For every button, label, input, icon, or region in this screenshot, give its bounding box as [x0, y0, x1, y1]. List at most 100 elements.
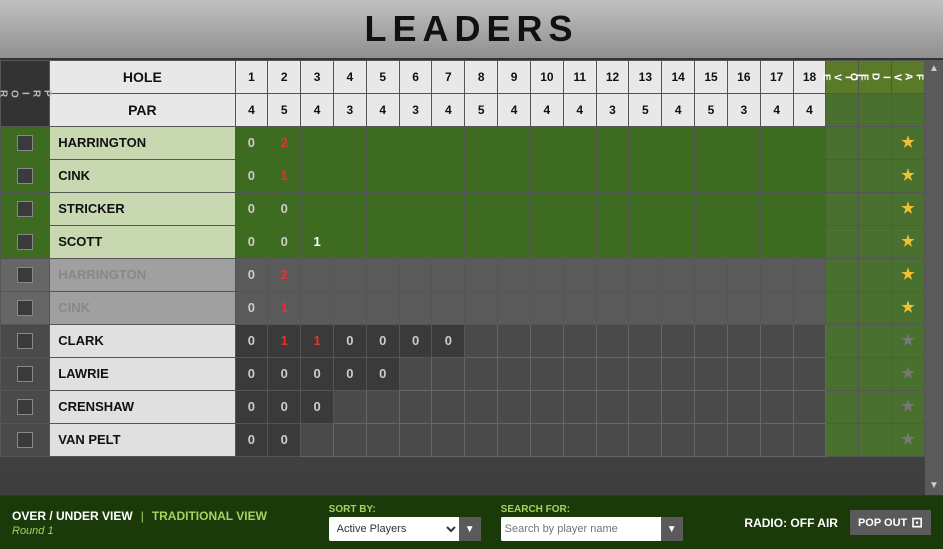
player-name[interactable]: CINK: [50, 160, 235, 193]
score-cell: [399, 226, 432, 259]
search-dropdown-arrow[interactable]: ▼: [661, 517, 683, 541]
player-name[interactable]: LAWRIE: [50, 358, 235, 391]
score-cell: [563, 193, 596, 226]
score-cell: [662, 391, 695, 424]
hole-4: 4: [333, 61, 366, 94]
score-cell: [563, 424, 596, 457]
score-cell: [793, 259, 826, 292]
sort-dropdown-arrow[interactable]: ▼: [459, 517, 481, 541]
video-cell: [859, 325, 892, 358]
score-cell: 1: [268, 292, 301, 325]
fav-cell[interactable]: ★: [892, 424, 925, 457]
fav-header: FAV: [892, 61, 925, 94]
hole-1: 1: [235, 61, 268, 94]
hole-16: 16: [727, 61, 760, 94]
score-cell: [793, 193, 826, 226]
pop-out-button[interactable]: POP OUT ⊡: [850, 510, 931, 535]
over-under-view-link[interactable]: OVER / UNDER VIEW: [12, 509, 133, 523]
fav-cell[interactable]: ★: [892, 259, 925, 292]
player-name[interactable]: CRENSHAW: [50, 391, 235, 424]
score-cell: [366, 127, 399, 160]
live-cell: [826, 358, 859, 391]
score-cell: 1: [301, 325, 334, 358]
live-cell: [826, 160, 859, 193]
score-cell: [563, 160, 596, 193]
score-cell: [366, 259, 399, 292]
score-cell: [760, 358, 793, 391]
player-row: CRENSHAW000★: [1, 391, 925, 424]
score-cell: [366, 193, 399, 226]
score-cell: [793, 127, 826, 160]
score-cell: [301, 160, 334, 193]
header-row: PRIOR HOLE 1 2 3 4 5 6 7 8 9 10: [1, 61, 925, 94]
score-cell: [793, 358, 826, 391]
sort-dropdown[interactable]: Active Players By Score By Name: [329, 517, 459, 541]
fav-cell[interactable]: ★: [892, 193, 925, 226]
score-cell: 0: [235, 259, 268, 292]
fav-cell[interactable]: ★: [892, 160, 925, 193]
score-cell: [530, 226, 563, 259]
score-cell: [760, 259, 793, 292]
bottom-bar: OVER / UNDER VIEW | TRADITIONAL VIEW Rou…: [0, 495, 943, 549]
score-cell: [333, 127, 366, 160]
score-cell: [333, 424, 366, 457]
score-cell: [530, 193, 563, 226]
score-cell: [563, 226, 596, 259]
prior-cell: [1, 391, 50, 424]
score-cell: [629, 424, 662, 457]
player-name[interactable]: HARRINGTON: [50, 127, 235, 160]
score-cell: [399, 292, 432, 325]
score-cell: [596, 193, 629, 226]
score-cell: [366, 424, 399, 457]
player-row: HARRINGTON02★: [1, 259, 925, 292]
score-cell: [629, 127, 662, 160]
fav-cell[interactable]: ★: [892, 292, 925, 325]
fav-cell[interactable]: ★: [892, 325, 925, 358]
hole-3: 3: [301, 61, 334, 94]
sort-dropdown-wrapper: Active Players By Score By Name ▼: [329, 517, 481, 541]
video-cell: [859, 127, 892, 160]
fav-cell[interactable]: ★: [892, 358, 925, 391]
score-cell: [399, 259, 432, 292]
score-cell: [530, 424, 563, 457]
player-name[interactable]: CINK: [50, 292, 235, 325]
player-name[interactable]: HARRINGTON: [50, 259, 235, 292]
score-cell: [399, 127, 432, 160]
score-cell: [662, 160, 695, 193]
score-cell: [465, 424, 498, 457]
score-cell: [465, 391, 498, 424]
score-cell: [629, 391, 662, 424]
scroll-down[interactable]: ▼: [925, 477, 943, 495]
score-cell: [760, 226, 793, 259]
hole-13: 13: [629, 61, 662, 94]
scrollbar: ▲ ▼: [925, 60, 943, 495]
scroll-up[interactable]: ▲: [925, 60, 943, 78]
fav-cell[interactable]: ★: [892, 391, 925, 424]
score-cell: [399, 160, 432, 193]
score-cell: [793, 160, 826, 193]
player-name[interactable]: STRICKER: [50, 193, 235, 226]
hole-5: 5: [366, 61, 399, 94]
player-name[interactable]: VAN PELT: [50, 424, 235, 457]
live-cell: [826, 391, 859, 424]
player-name[interactable]: SCOTT: [50, 226, 235, 259]
player-row: STRICKER00★: [1, 193, 925, 226]
search-input[interactable]: [501, 517, 661, 541]
prior-cell: [1, 259, 50, 292]
prior-cell: [1, 358, 50, 391]
live-cell: [826, 127, 859, 160]
video-cell: [859, 193, 892, 226]
fav-cell[interactable]: ★: [892, 226, 925, 259]
video-cell: [859, 292, 892, 325]
score-cell: [465, 259, 498, 292]
traditional-view-link[interactable]: TRADITIONAL VIEW: [152, 509, 267, 523]
player-name[interactable]: CLARK: [50, 325, 235, 358]
score-cell: [793, 424, 826, 457]
player-row: HARRINGTON02★: [1, 127, 925, 160]
score-cell: 0: [301, 391, 334, 424]
pop-out-label: POP OUT: [858, 517, 907, 529]
live-cell: [826, 292, 859, 325]
score-cell: [366, 160, 399, 193]
score-cell: [432, 391, 465, 424]
fav-cell[interactable]: ★: [892, 127, 925, 160]
